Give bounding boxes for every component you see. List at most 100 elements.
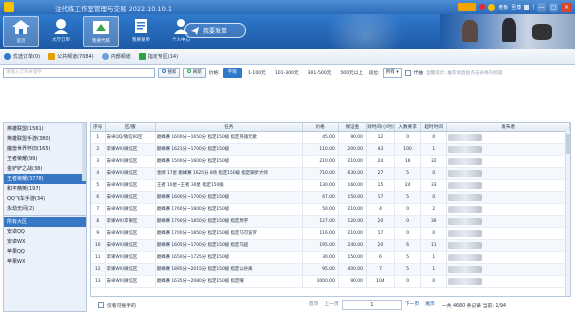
row-no: 1 xyxy=(91,131,106,144)
price-option-101-300[interactable]: 101-300元 xyxy=(272,70,302,76)
close-button[interactable]: × xyxy=(561,2,572,12)
sidebar-item-tft-mobile[interactable]: 金铲铲之战(38) xyxy=(4,164,86,174)
first-page-button[interactable]: 首页 xyxy=(306,300,322,310)
row-task[interactable]: 巅峰赛 1760分~1800分 指定150级 xyxy=(155,203,303,216)
notification-icon[interactable] xyxy=(479,4,486,10)
row-price: 210.00 xyxy=(302,155,339,168)
nav-home[interactable]: 首页 xyxy=(3,16,39,47)
table-row[interactable]: 6 安卓WX/微信区 巅峰赛 1600分~1700分 指定150级 67.00 150.… xyxy=(91,191,570,204)
dropdown-icon[interactable] xyxy=(524,4,530,10)
sidebar-item-honor-of-kings-alt[interactable]: 王者荣耀(99) xyxy=(4,154,86,164)
table-row[interactable]: 12 苹果WX/微信区 巅峰赛 1895分~2015分 指定150级 指定公孙离 95… xyxy=(91,263,570,276)
banner-image xyxy=(440,14,575,49)
sidebar-item-qq-speed[interactable]: QQ飞车手游(34) xyxy=(4,194,86,204)
badge-icon[interactable] xyxy=(458,3,477,11)
region-item-ios-wx[interactable]: 苹果WX xyxy=(4,257,86,267)
last-page-button[interactable]: 尾页 xyxy=(422,300,438,310)
sidebar-item-wow-classic[interactable]: 魔兽世界怀旧(165) xyxy=(4,144,86,154)
table-row[interactable]: 5 安卓WX/微信区 王者 10星~王者 30星 指定150级 130.00 160.0… xyxy=(91,179,570,192)
col-region[interactable]: 区/服 xyxy=(105,123,156,132)
col-no[interactable]: 序号 xyxy=(91,123,106,132)
col-task[interactable]: 任务 xyxy=(155,123,303,132)
tab-public-channel[interactable]: 公共频道(7084) xyxy=(48,53,94,60)
search-button[interactable]: 搜索 xyxy=(158,68,181,78)
row-requirement: 6 xyxy=(394,239,422,252)
col-price[interactable]: 价格 xyxy=(302,123,339,132)
vip-label[interactable]: 至尊 xyxy=(511,4,521,11)
sidebar-scrollbar[interactable] xyxy=(82,123,86,181)
tab-internal-channel[interactable]: 内部频道 xyxy=(101,53,131,60)
row-region: 安卓WX/微信区 xyxy=(105,275,156,288)
row-task[interactable]: 巅峰赛 1700分~1850分 指定150级 指定马可波罗 xyxy=(155,227,303,240)
tab-preferred-orders[interactable]: 优选订单(0) xyxy=(4,53,40,60)
row-task[interactable]: 巅峰赛 1605分~1700分 指定150级 指定马超 xyxy=(155,239,303,252)
region-item-ios-qq[interactable]: 苹果QQ xyxy=(4,247,86,257)
only-acceptable-checkbox[interactable] xyxy=(98,302,104,308)
row-no: 7 xyxy=(91,203,106,216)
col-deposit[interactable]: 保证金 xyxy=(338,123,367,132)
price-option-1-100[interactable]: 1-100元 xyxy=(245,70,269,76)
price-option-500-plus[interactable]: 500元以上 xyxy=(337,70,366,76)
table-row[interactable]: 1 安卓QQ/微信60区 巅峰赛 1600分~1650分 指定150级 指定英雄元歌… xyxy=(91,131,570,144)
sidebar-item-lol[interactable]: 英雄联盟(1561) xyxy=(4,124,86,134)
table-row[interactable]: 7 安卓WX/微信区 巅峰赛 1760分~1800分 指定150级 50.00 210.… xyxy=(91,203,570,216)
col-hours[interactable]: 效时间(小时) xyxy=(366,123,396,132)
user-label[interactable]: 老板 xyxy=(498,4,508,11)
rank-select[interactable]: 所有 ▾ xyxy=(382,68,402,78)
row-task[interactable]: 金牌 17星 巅峰赛 1625分 8场 指定150级 指定脚步大师 xyxy=(155,167,303,180)
col-timeout[interactable]: 超时时间 xyxy=(420,123,448,132)
region-item-android-wx[interactable]: 安卓WX xyxy=(4,237,86,247)
table-scrollbar-thumb[interactable] xyxy=(566,134,570,154)
nav-publish-order[interactable]: 我要发单 xyxy=(123,16,159,47)
refresh-button[interactable]: 刷新 xyxy=(183,68,206,78)
col-publisher[interactable]: 发布者 xyxy=(446,123,570,132)
row-task[interactable]: 巅峰赛 1635分~2080分 指定150级 指定曜 xyxy=(155,275,303,288)
search-input[interactable]: 请输入订单关键字 xyxy=(3,68,155,78)
row-hours: 104 xyxy=(366,275,396,288)
channel-tabs: 优选订单(0) 公共频道(7084) 内部频道 指定专区(14) xyxy=(0,49,575,65)
sidebar-item-honor-of-kings[interactable]: 王者荣耀(3778) xyxy=(4,174,86,184)
row-timeout: 1 xyxy=(420,263,448,276)
prev-page-button[interactable]: 上一页 xyxy=(321,300,341,310)
price-option-301-500[interactable]: 301-500元 xyxy=(305,70,335,76)
row-timeout: 2 xyxy=(420,203,448,216)
row-task[interactable]: 巅峰赛 1500分~1600分 指定150级 xyxy=(155,155,303,168)
publisher-redacted xyxy=(448,145,483,153)
tab-designated-zone[interactable]: 指定专区(14) xyxy=(138,53,178,60)
sidebar-item-lol-mobile[interactable]: 英雄联盟手游(380) xyxy=(4,134,86,144)
table-row[interactable]: 10 安卓WX/微信区 巅峰赛 1605分~1700分 指定150级 指定马超 195… xyxy=(91,239,570,252)
sidebar-item-peace-elite[interactable]: 和平精英(197) xyxy=(4,184,86,194)
row-price: 30.00 xyxy=(302,251,339,264)
table-row[interactable]: 11 苹果WX/微信区 巅峰赛 1650分~1725分 指定150级 30.00 150… xyxy=(91,251,570,264)
minimize-button[interactable]: — xyxy=(537,2,546,12)
maximize-button[interactable]: □ xyxy=(549,2,558,12)
table-row[interactable]: 9 安卓WX/微信区 巅峰赛 1700分~1850分 指定150级 指定马可波罗 11… xyxy=(91,227,570,240)
price-option-any[interactable]: 不限 xyxy=(222,68,242,78)
row-task[interactable]: 巅峰赛 1621分~1700分 指定150级 xyxy=(155,143,303,156)
row-task[interactable]: 王者 10星~王者 30星 指定150级 xyxy=(155,179,303,192)
table-scrollbar[interactable] xyxy=(565,131,570,296)
row-task[interactable]: 巅峰赛 1600分~1700分 指定150级 xyxy=(155,191,303,204)
table-row[interactable]: 3 安卓WX/微信区 巅峰赛 1500分~1600分 指定150级 210.00 210… xyxy=(91,155,570,168)
sidebar-item-naraka[interactable]: 永劫无间(2) xyxy=(4,204,86,214)
table-row[interactable]: 13 安卓WX/微信区 巅峰赛 1635分~2080分 指定150级 指定曜 1000… xyxy=(91,275,570,288)
nav-level-up[interactable]: 我要代练 xyxy=(83,16,119,47)
next-page-button[interactable]: 下一页 xyxy=(402,300,422,310)
row-task[interactable]: 巅峰赛 1650分~1725分 指定150级 xyxy=(155,251,303,264)
col-requirement[interactable]: 入数要求 xyxy=(394,123,422,132)
proxy-checkbox[interactable] xyxy=(404,70,411,76)
row-timeout: 0 xyxy=(420,275,448,288)
row-task[interactable]: 巅峰赛 1600分~1650分 指定150级 指定英雄元歌 xyxy=(155,131,303,144)
region-item-android-qq[interactable]: 安卓QQ xyxy=(4,227,86,237)
row-task[interactable]: 巅峰赛 1895分~2015分 指定150级 指定公孙离 xyxy=(155,263,303,276)
publish-order-button[interactable]: 我要发单 xyxy=(184,23,246,38)
table-row[interactable]: 8 苹果WX/苹果区 巅峰赛 1700分~1850分 指定150级 指定周宇 127.… xyxy=(91,215,570,228)
nav-order-hall[interactable]: 大厅订单 xyxy=(43,16,79,47)
row-no: 10 xyxy=(91,239,106,252)
row-task[interactable]: 巅峰赛 1700分~1850分 指定150级 指定周宇 xyxy=(155,215,303,228)
table-row[interactable]: 4 安卓WX/微信区 金牌 17星 巅峰赛 1625分 8场 指定150级 指定脚步… xyxy=(91,167,570,180)
page-number-input[interactable]: 1 xyxy=(341,300,402,310)
table-row[interactable]: 2 苹果WX/微信区 巅峰赛 1621分~1700分 指定150级 110.00 200… xyxy=(91,143,570,156)
row-region: 安卓WX/微信区 xyxy=(105,227,156,240)
region-item-all[interactable]: 所有大区 xyxy=(4,217,86,227)
